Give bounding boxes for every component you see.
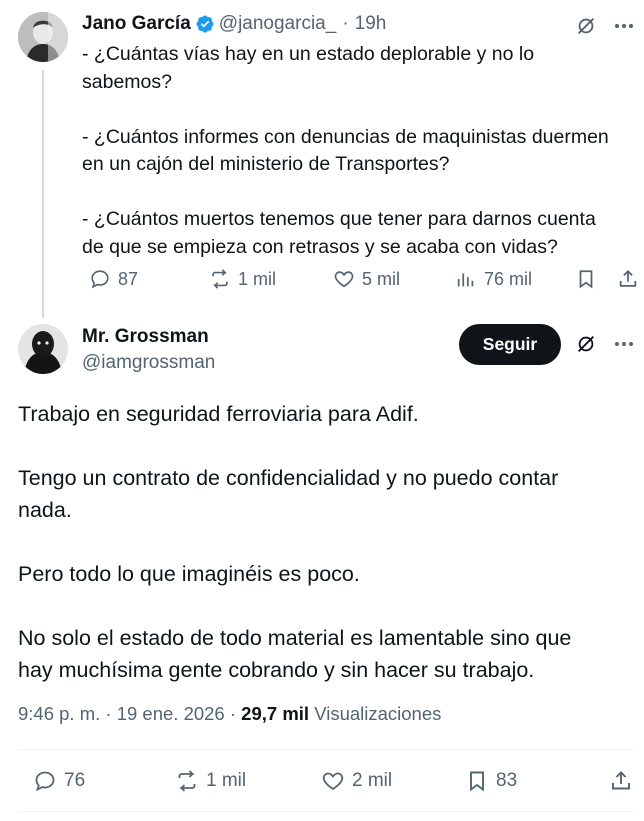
avatar-grossman[interactable] xyxy=(18,324,68,374)
avatar-jano[interactable] xyxy=(18,12,68,62)
views-button[interactable]: 76 mil xyxy=(448,268,532,290)
reply-button[interactable]: 76 xyxy=(26,769,85,793)
bookmark-icon xyxy=(575,268,597,290)
share-button[interactable] xyxy=(610,268,639,290)
repost-count: 1 mil xyxy=(238,268,277,289)
thread-line xyxy=(42,70,44,318)
repost-icon xyxy=(175,769,199,793)
reply-count: 87 xyxy=(118,268,139,289)
tweet-line: Pero todo lo que imaginéis es poco. xyxy=(18,562,360,586)
like-count: 2 mil xyxy=(352,770,393,791)
divider xyxy=(18,811,634,812)
follow-button[interactable]: Seguir xyxy=(459,324,561,365)
tweet-line: Trabajo en seguridad ferroviaria para Ad… xyxy=(18,402,419,426)
divider xyxy=(18,749,634,750)
views-icon xyxy=(455,268,477,290)
tweet-time[interactable]: 19h xyxy=(355,13,387,35)
tweet-line: hay muchísima gente cobrando y sin hacer… xyxy=(18,658,535,682)
tweet1-top-actions xyxy=(574,14,636,38)
more-icon[interactable] xyxy=(612,332,636,356)
tweet2-top-actions xyxy=(574,332,636,356)
reply-button[interactable]: 87 xyxy=(82,268,138,290)
grok-icon[interactable] xyxy=(574,332,598,356)
repost-count: 1 mil xyxy=(206,770,247,791)
tweet1-text: - ¿Cuántas vías hay en un estado deplora… xyxy=(82,41,642,261)
reply-icon xyxy=(33,769,57,793)
bookmark-count: 83 xyxy=(496,770,518,791)
more-icon[interactable] xyxy=(612,14,636,38)
author-handle[interactable]: @iamgrossman xyxy=(82,352,215,374)
tweet-meta: 9:46 p. m. · 19 ene. 2026 · 29,7 mil Vis… xyxy=(18,703,441,725)
tweet-line: en un cajón del ministerio de Transporte… xyxy=(82,153,450,175)
author-name[interactable]: Jano García xyxy=(82,13,191,35)
tweet-line-gap xyxy=(18,430,638,462)
tweet-timestamp[interactable]: 9:46 p. m. · 19 ene. 2026 · xyxy=(18,703,236,724)
bookmark-button[interactable]: 83 xyxy=(458,769,517,793)
repost-button[interactable]: 1 mil xyxy=(168,769,246,793)
tweet-line-gap xyxy=(18,526,638,558)
tweet1-header: Jano García @janogarcia_ · 19h xyxy=(82,12,386,36)
reply-count: 76 xyxy=(64,770,86,791)
views-label: Visualizaciones xyxy=(314,703,442,724)
share-icon xyxy=(617,268,639,290)
tweet-line: sabemos? xyxy=(82,70,172,93)
grok-icon[interactable] xyxy=(574,14,598,38)
reply-icon xyxy=(89,268,111,290)
tweet-line: nada. xyxy=(18,498,72,522)
tweet-line: - ¿Cuántos muertos tenemos que tener par… xyxy=(82,208,596,230)
tweet-line: - ¿Cuántas vías hay en un estado deplora… xyxy=(82,43,535,65)
tweet-line-gap xyxy=(18,590,638,622)
repost-button[interactable]: 1 mil xyxy=(202,268,276,290)
separator-dot: · xyxy=(342,13,349,34)
like-icon xyxy=(333,268,355,290)
like-icon xyxy=(321,769,345,793)
tweet-line: Tengo un contrato de confidencialidad y … xyxy=(18,466,559,490)
share-icon xyxy=(609,769,633,793)
author-handle[interactable]: @janogarcia_ xyxy=(219,13,337,35)
tweet2-text: Trabajo en seguridad ferroviaria para Ad… xyxy=(18,398,638,686)
like-button[interactable]: 2 mil xyxy=(314,769,392,793)
tweet-line: - ¿Cuántos informes con denuncias de maq… xyxy=(82,125,609,148)
share-button[interactable] xyxy=(602,769,633,793)
bookmark-button[interactable] xyxy=(568,268,597,290)
repost-icon xyxy=(209,268,231,290)
verified-badge-icon xyxy=(195,14,215,34)
author-name[interactable]: Mr. Grossman xyxy=(82,326,209,348)
like-count: 5 mil xyxy=(362,268,401,289)
tweet-line: de que se empieza con retrasos y se acab… xyxy=(82,235,558,258)
like-button[interactable]: 5 mil xyxy=(326,268,400,290)
tweet-line-gap xyxy=(82,179,642,207)
tweet-line: No solo el estado de todo material es la… xyxy=(18,626,572,650)
views-count: 76 mil xyxy=(484,268,533,289)
views-total: 29,7 mil xyxy=(241,703,310,724)
tweet-line-gap xyxy=(82,96,642,124)
bookmark-icon xyxy=(465,769,489,793)
